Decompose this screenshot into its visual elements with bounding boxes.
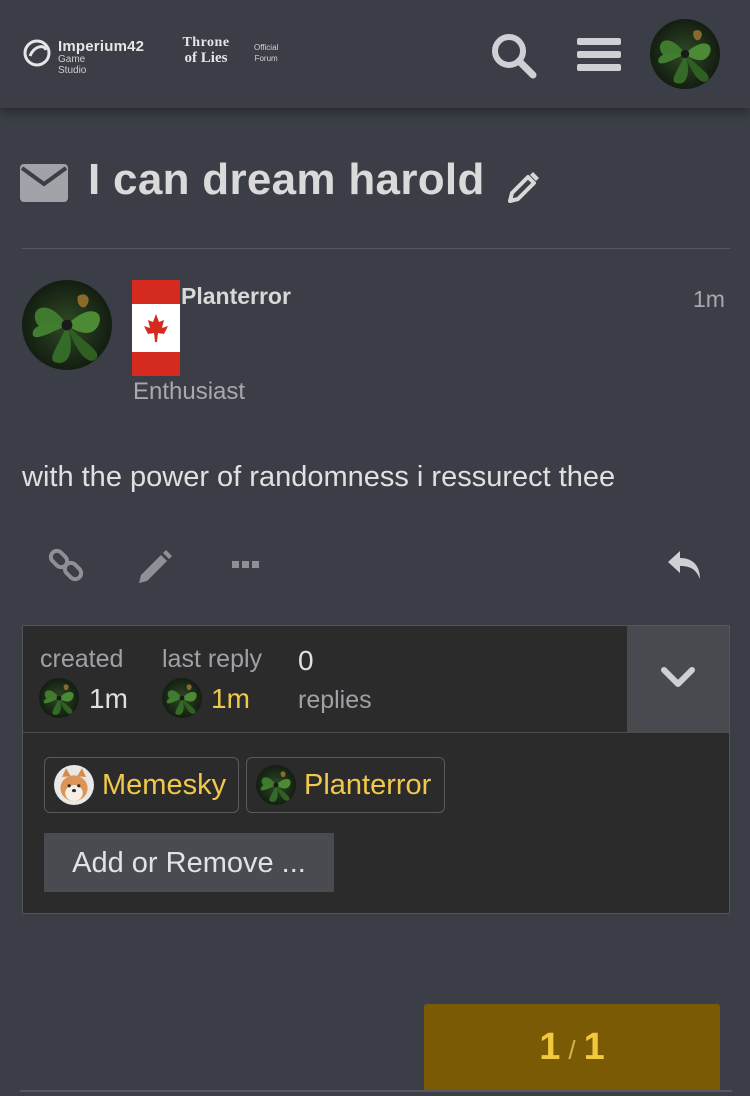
link-icon[interactable] — [46, 545, 86, 585]
topic-title-row: I can dream harold — [20, 150, 730, 220]
game-logo: Throne of Lies — [170, 36, 242, 70]
forum-label-line2: Forum — [254, 54, 278, 63]
title-divider — [22, 248, 730, 249]
progress-separator: / — [568, 1035, 576, 1065]
topic-map-divider — [23, 732, 729, 733]
participant-chip-planterror[interactable]: Planterror — [246, 757, 445, 813]
participant-name: Planterror — [304, 769, 432, 801]
plant-avatar-image — [22, 280, 112, 370]
post-user-title: Enthusiast — [133, 378, 246, 405]
progress-total: 1 — [583, 1026, 605, 1068]
topic-map-summary: created 1m last reply 1m 0 replies — [23, 626, 627, 732]
edit-post-pencil-icon[interactable] — [135, 545, 175, 585]
last-reply-time[interactable]: 1m — [211, 683, 250, 715]
post-body: with the power of randomness i ressurect… — [22, 461, 616, 493]
created-by-avatar[interactable] — [39, 678, 79, 718]
last-reply-avatar[interactable] — [162, 678, 202, 718]
reply-icon[interactable] — [664, 545, 704, 585]
game-logo-line2: of Lies — [184, 50, 228, 66]
envelope-icon — [20, 164, 68, 202]
created-time[interactable]: 1m — [89, 683, 128, 715]
last-reply-label: last reply — [162, 645, 263, 673]
current-user-avatar[interactable] — [650, 19, 720, 89]
logo-studio: Game Studio — [58, 54, 87, 76]
more-options-icon[interactable] — [226, 545, 266, 585]
participant-avatar — [256, 765, 296, 805]
plant-avatar-image — [256, 765, 296, 805]
topic-map-expand-button[interactable] — [627, 626, 729, 732]
shiba-avatar-image — [54, 765, 94, 805]
plant-avatar-image — [39, 678, 79, 718]
post-author-avatar[interactable] — [22, 280, 112, 370]
replies-count: 0 — [298, 645, 314, 676]
created-label: created — [40, 645, 124, 673]
imperium42-logo-icon — [23, 39, 51, 67]
add-or-remove-button[interactable]: Add or Remove ... — [44, 833, 334, 892]
post-username[interactable]: Planterror — [181, 283, 291, 310]
forum-label-line1: Official — [254, 43, 279, 52]
chevron-down-icon — [661, 667, 695, 687]
forum-label: Official Forum — [254, 42, 278, 64]
plant-avatar-image — [162, 678, 202, 718]
edit-title-pencil-icon[interactable] — [506, 167, 542, 203]
topic-title[interactable]: I can dream harold — [88, 155, 485, 205]
participant-avatar — [54, 765, 94, 805]
site-header: Imperium42 Game Studio Throne of Lies Of… — [0, 0, 750, 108]
bottom-divider — [20, 1090, 732, 1092]
search-icon[interactable] — [488, 30, 538, 80]
topic-map: created 1m last reply 1m 0 replies Memes… — [22, 625, 730, 914]
game-logo-line1: Throne — [182, 35, 230, 50]
participant-chip-memesky[interactable]: Memesky — [44, 757, 239, 813]
replies-label: replies — [298, 686, 372, 714]
participant-name: Memesky — [102, 769, 227, 801]
canada-flag-icon — [132, 280, 180, 376]
plant-avatar-image — [650, 19, 720, 89]
post-timestamp[interactable]: 1m — [693, 286, 725, 313]
hamburger-menu-icon[interactable] — [575, 30, 625, 80]
topic-progress-indicator[interactable]: 1/1 — [424, 1004, 720, 1090]
progress-current: 1 — [539, 1026, 561, 1068]
logo-brand: Imperium42 — [58, 38, 145, 55]
